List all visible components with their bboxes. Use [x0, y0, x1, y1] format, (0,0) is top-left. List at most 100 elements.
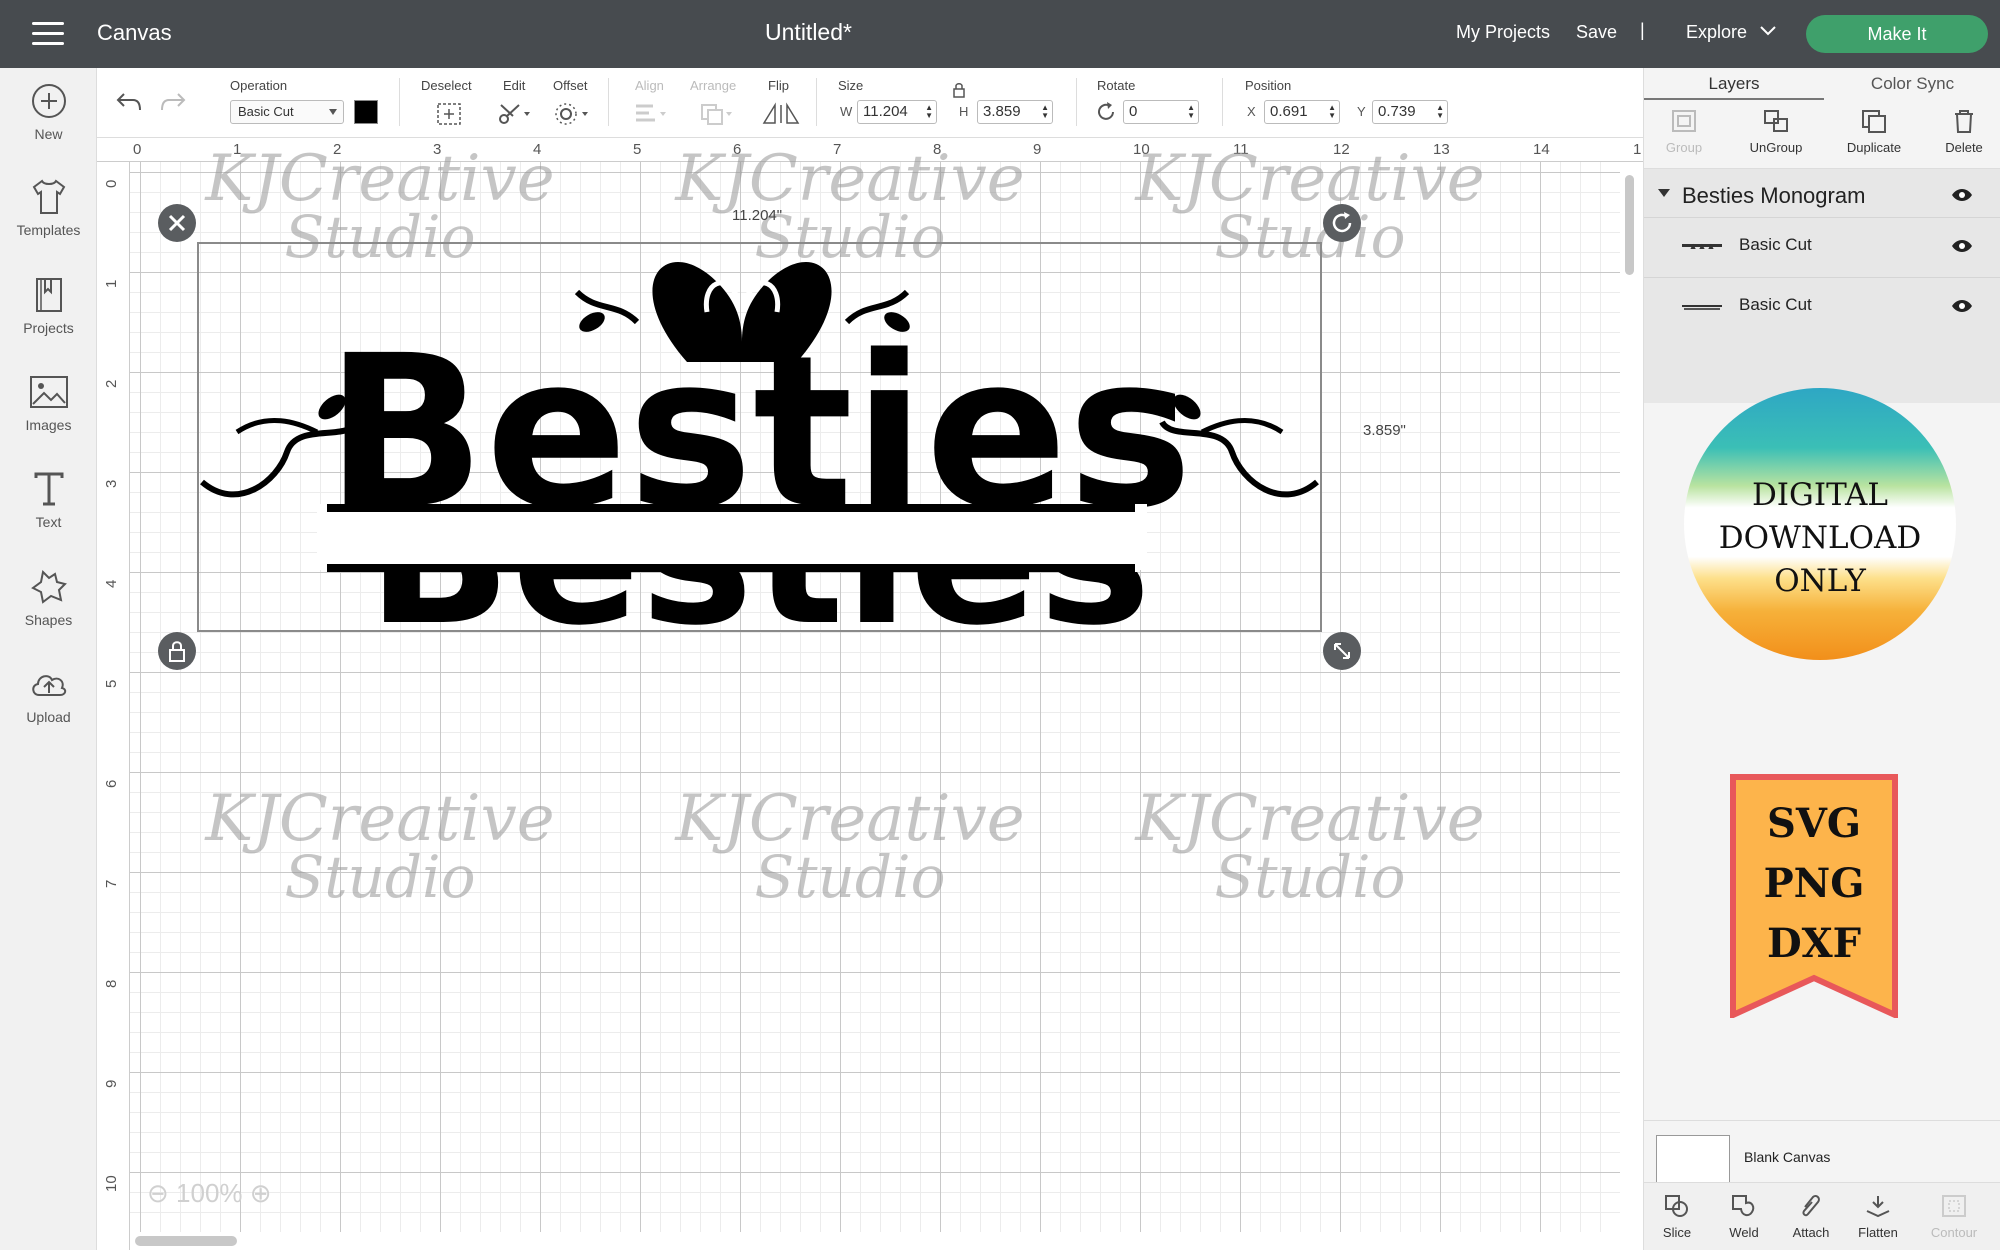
- operation-label: Operation: [230, 78, 288, 93]
- operation-color-swatch[interactable]: [354, 100, 378, 124]
- height-dimension-label: 3.859": [1363, 422, 1406, 439]
- width-input[interactable]: 11.204 ▲ ▼: [857, 100, 937, 124]
- save-link[interactable]: Save: [1576, 22, 1617, 43]
- ruler-number: 2: [103, 379, 120, 388]
- rotate-label: Rotate: [1097, 78, 1136, 93]
- ungroup-button[interactable]: UnGroup: [1736, 108, 1816, 155]
- height-input[interactable]: 3.859 ▲ ▼: [977, 100, 1053, 124]
- stepper-icon[interactable]: ▲ ▼: [1328, 104, 1336, 120]
- horizontal-scrollbar[interactable]: [135, 1236, 237, 1246]
- redo-icon[interactable]: [159, 90, 187, 114]
- lock-ratio-icon[interactable]: [952, 82, 966, 98]
- sidebar-item-label: Templates: [16, 222, 81, 238]
- sidebar-item-templates[interactable]: Templates: [0, 178, 97, 238]
- weld-button[interactable]: Weld: [1711, 1193, 1777, 1240]
- deselect-icon[interactable]: [436, 102, 462, 126]
- sidebar-item-upload[interactable]: Upload: [0, 665, 97, 725]
- digital-download-badge: DIGITAL DOWNLOAD ONLY: [1684, 388, 1956, 660]
- format-label: SVG: [1766, 800, 1862, 847]
- ruler-number: 0: [133, 141, 142, 158]
- top-header: Canvas Untitled* My Projects Save | Expl…: [0, 0, 2000, 68]
- my-projects-link[interactable]: My Projects: [1456, 22, 1550, 43]
- sidebar-item-shapes[interactable]: Shapes: [0, 568, 97, 628]
- stepper-icon[interactable]: ▲ ▼: [1041, 104, 1049, 120]
- y-position-input[interactable]: 0.739 ▲ ▼: [1372, 100, 1448, 124]
- header-separator: |: [1640, 20, 1645, 40]
- duplicate-icon: [1862, 110, 1886, 133]
- zoom-in-icon[interactable]: ⊕: [250, 1178, 272, 1208]
- delete-handle[interactable]: [158, 204, 196, 242]
- attach-button[interactable]: Attach: [1778, 1193, 1844, 1240]
- width-prefix: W: [840, 104, 853, 119]
- offset-icon[interactable]: [555, 102, 591, 126]
- contour-icon: [1942, 1195, 1966, 1217]
- zoom-control[interactable]: ⊖ 100% ⊕: [147, 1178, 272, 1209]
- eye-icon[interactable]: [1951, 187, 1973, 203]
- sidebar-item-images[interactable]: Images: [0, 373, 97, 433]
- eye-icon[interactable]: [1951, 238, 1973, 254]
- flatten-button[interactable]: Flatten: [1845, 1193, 1911, 1240]
- stepper-icon[interactable]: ▲ ▼: [1436, 104, 1444, 120]
- document-title[interactable]: Untitled*: [0, 19, 1617, 46]
- resize-handle[interactable]: [1323, 632, 1361, 670]
- eye-icon[interactable]: [1951, 298, 1973, 314]
- toolbar-divider: [399, 78, 400, 126]
- lock-handle[interactable]: [158, 632, 196, 670]
- stepper-icon[interactable]: ▲ ▼: [1187, 104, 1195, 120]
- layer-row[interactable]: ▲▲▲ Basic Cut: [1644, 217, 2000, 275]
- slice-button[interactable]: Slice: [1644, 1193, 1710, 1240]
- selection-bounding-box[interactable]: [197, 242, 1322, 632]
- flip-icon[interactable]: [761, 102, 801, 126]
- explore-label: Explore: [1686, 22, 1748, 42]
- canvas-color-swatch[interactable]: [1656, 1135, 1730, 1185]
- zoom-out-icon[interactable]: ⊖: [147, 1178, 169, 1208]
- make-it-button[interactable]: Make It: [1806, 15, 1988, 53]
- operation-select[interactable]: Basic Cut: [230, 100, 344, 124]
- x-position-input[interactable]: 0.691 ▲ ▼: [1264, 100, 1340, 124]
- position-label: Position: [1245, 78, 1292, 93]
- ruler-number: 4: [103, 579, 120, 588]
- sidebar-item-label: Images: [25, 417, 72, 433]
- explore-dropdown[interactable]: Explore: [1686, 22, 1776, 43]
- rotate-value: 0: [1129, 103, 1138, 120]
- delete-label: Delete: [1945, 140, 1983, 155]
- format-label: DXF: [1766, 920, 1862, 967]
- slice-icon: [1665, 1195, 1688, 1217]
- sidebar-item-projects[interactable]: Projects: [0, 276, 97, 336]
- edit-toolbar: Operation Basic Cut Deselect Edit Offset…: [97, 68, 1643, 138]
- undo-icon[interactable]: [115, 90, 143, 114]
- layer-thumbnail-icon: [1682, 305, 1722, 310]
- layer-thumbnail-icon: ▲▲▲: [1682, 241, 1722, 251]
- tab-color-sync[interactable]: Color Sync: [1824, 68, 2000, 100]
- layer-row[interactable]: Basic Cut: [1644, 277, 2000, 335]
- tab-layers[interactable]: Layers: [1644, 68, 1824, 100]
- sidebar-item-text[interactable]: Text: [0, 470, 97, 530]
- close-icon: [168, 214, 186, 232]
- collapse-triangle-icon[interactable]: [1658, 189, 1670, 197]
- ruler-number: 9: [103, 1079, 120, 1088]
- trash-icon: [1955, 110, 1973, 133]
- toolbar-divider: [1222, 78, 1223, 126]
- group-button[interactable]: Group: [1644, 108, 1724, 155]
- sidebar-item-label: Upload: [26, 709, 71, 725]
- text-t-icon: [34, 472, 63, 506]
- watermark: KJCreative Studio: [675, 782, 1025, 911]
- cloud-upload-icon: [31, 675, 66, 696]
- edit-scissors-icon[interactable]: [497, 102, 533, 126]
- rotate-handle[interactable]: [1323, 204, 1361, 242]
- vertical-scrollbar[interactable]: [1625, 175, 1634, 275]
- width-value: 11.204: [863, 103, 908, 120]
- rotate-input[interactable]: 0 ▲ ▼: [1123, 100, 1199, 124]
- y-value: 0.739: [1378, 103, 1416, 120]
- arrange-icon: [701, 104, 732, 125]
- sidebar-item-label: Projects: [23, 320, 74, 336]
- duplicate-button[interactable]: Duplicate: [1834, 108, 1914, 155]
- stepper-icon[interactable]: ▲ ▼: [925, 104, 933, 120]
- x-value: 0.691: [1270, 103, 1308, 120]
- toolbar-divider: [816, 78, 817, 126]
- contour-button[interactable]: Contour: [1921, 1193, 1987, 1240]
- ungroup-label: UnGroup: [1749, 140, 1803, 155]
- layer-group-row[interactable]: Besties Monogram: [1644, 179, 2000, 219]
- sidebar-item-new[interactable]: New: [0, 82, 97, 142]
- delete-button[interactable]: Delete: [1924, 108, 2000, 155]
